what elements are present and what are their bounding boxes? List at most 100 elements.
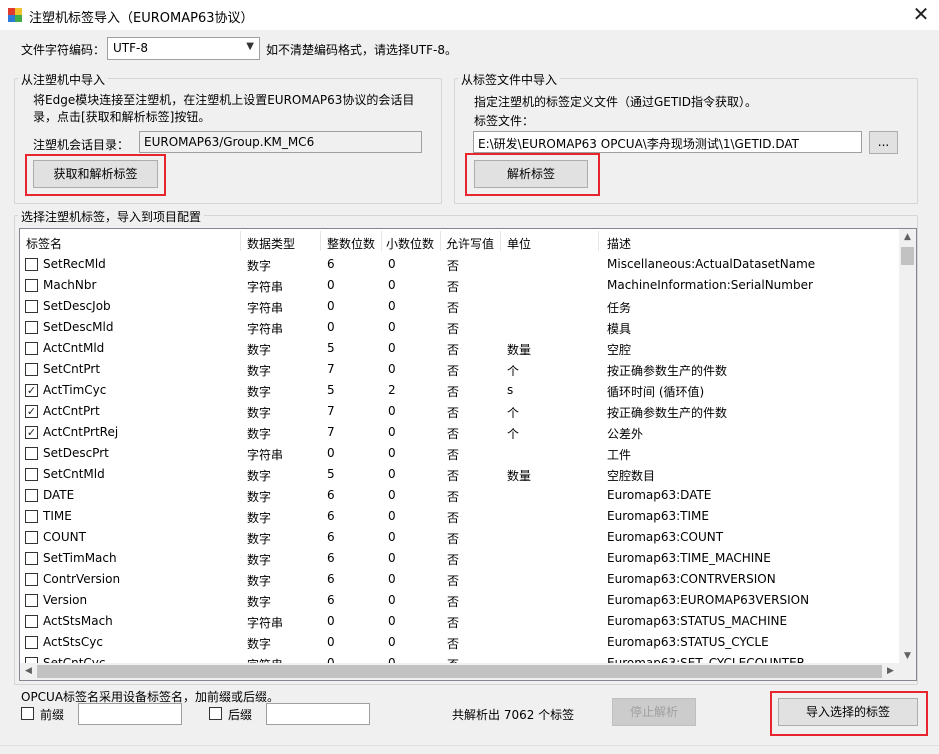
row-checkbox[interactable] (25, 279, 38, 292)
tag-list[interactable]: 标签名 数据类型 整数位数 小数位数 允许写值 单位 描述 SetRecMld 数… (19, 228, 917, 681)
cell-int: 6 (327, 257, 335, 271)
cell-int: 5 (327, 383, 335, 397)
row-checkbox[interactable]: ✓ (25, 405, 38, 418)
suffix-checkbox[interactable] (209, 707, 222, 720)
table-row[interactable]: SetDescJob 字符串 0 0 否 任务 (20, 296, 900, 317)
row-checkbox[interactable] (25, 468, 38, 481)
file-path-field[interactable]: E:\研发\EUROMAP63 OPCUA\李舟现场测试\1\GETID.DAT (473, 131, 862, 153)
parse-tags-button[interactable]: 解析标签 (474, 160, 588, 188)
stop-parse-button[interactable]: 停止解析 (612, 698, 696, 726)
row-checkbox[interactable]: ✓ (25, 384, 38, 397)
column-divider[interactable] (381, 231, 382, 251)
column-header-type[interactable]: 数据类型 (247, 235, 295, 252)
suffix-label: 后缀 (228, 708, 253, 722)
cell-int: 7 (327, 425, 335, 439)
row-checkbox[interactable] (25, 300, 38, 313)
suffix-input[interactable] (266, 703, 370, 725)
column-divider[interactable] (440, 231, 441, 251)
prefix-input[interactable] (78, 703, 182, 725)
cell-int: 6 (327, 593, 335, 607)
row-checkbox[interactable] (25, 342, 38, 355)
table-row[interactable]: TIME 数字 6 0 否 Euromap63:TIME (20, 506, 900, 527)
column-header-name[interactable]: 标签名 (26, 235, 62, 252)
scroll-right-icon[interactable]: ▶ (882, 663, 899, 680)
table-row[interactable]: ✓ ActCntPrtRej 数字 7 0 否 个 公差外 (20, 422, 900, 443)
cell-desc: Miscellaneous:ActualDatasetName (607, 257, 816, 271)
session-field[interactable]: EUROMAP63/Group.KM_MC6 (139, 131, 422, 153)
table-row[interactable]: ✓ ActTimCyc 数字 5 2 否 s 循环时间 (循环值) (20, 380, 900, 401)
prefix-checkbox[interactable] (21, 707, 34, 720)
vertical-scroll-thumb[interactable] (901, 247, 914, 265)
table-row[interactable]: MachNbr 字符串 0 0 否 MachineInformation:SerialNu… (20, 275, 900, 296)
table-row[interactable]: DATE 数字 6 0 否 Euromap63:DATE (20, 485, 900, 506)
tag-group-title: 选择注塑机标签，导入到项目配置 (18, 208, 205, 225)
close-icon[interactable]: ✕ (906, 2, 936, 28)
column-divider[interactable] (320, 231, 321, 251)
import-selected-button[interactable]: 导入选择的标签 (778, 698, 918, 726)
row-checkbox[interactable] (25, 321, 38, 334)
scroll-left-icon[interactable]: ◀ (20, 663, 37, 680)
scroll-up-icon[interactable]: ▲ (899, 229, 916, 246)
cell-desc: 工件 (607, 448, 632, 462)
row-checkbox[interactable] (25, 615, 38, 628)
table-row[interactable]: SetCntPrt 数字 7 0 否 个 按正确参数生产的件数 (20, 359, 900, 380)
row-checkbox[interactable] (25, 363, 38, 376)
table-row[interactable]: SetDescPrt 字符串 0 0 否 工件 (20, 443, 900, 464)
table-row[interactable]: Version 数字 6 0 否 Euromap63:EUROMAP63VERSION (20, 590, 900, 611)
row-checkbox[interactable] (25, 531, 38, 544)
cell-desc: Euromap63:TIME_MACHINE (607, 551, 771, 565)
table-row[interactable]: ActStsCyc 数字 0 0 否 Euromap63:STATUS_CYCLE (20, 632, 900, 653)
cell-int: 7 (327, 404, 335, 418)
cell-dec: 0 (388, 278, 396, 292)
cell-write: 否 (447, 511, 460, 525)
app-icon (8, 8, 22, 22)
cell-name: MachNbr (43, 278, 97, 292)
column-header-write[interactable]: 允许写值 (446, 235, 494, 252)
encoding-select[interactable]: UTF-8 ▼ (107, 37, 260, 60)
table-row[interactable]: SetDescMld 字符串 0 0 否 模具 (20, 317, 900, 338)
column-divider[interactable] (598, 231, 599, 251)
fetch-and-parse-button[interactable]: 获取和解析标签 (33, 160, 158, 188)
row-checkbox[interactable] (25, 258, 38, 271)
table-row[interactable]: ✓ ActCntPrt 数字 7 0 否 个 按正确参数生产的件数 (20, 401, 900, 422)
row-checkbox[interactable] (25, 552, 38, 565)
table-row[interactable]: SetTimMach 数字 6 0 否 Euromap63:TIME_MACHINE (20, 548, 900, 569)
cell-write: 否 (447, 427, 460, 441)
vertical-scrollbar[interactable]: ▲ ▼ (899, 229, 916, 665)
row-checkbox[interactable] (25, 636, 38, 649)
row-checkbox[interactable] (25, 447, 38, 460)
column-divider[interactable] (500, 231, 501, 251)
cell-type: 数字 (247, 259, 272, 273)
row-checkbox[interactable] (25, 573, 38, 586)
parse-summary: 共解析出 7062 个标签 (452, 708, 575, 722)
cell-name: DATE (43, 488, 75, 502)
table-row[interactable]: SetRecMld 数字 6 0 否 Miscellaneous:ActualDatase… (20, 254, 900, 275)
table-row[interactable]: ContrVersion 数字 6 0 否 Euromap63:CONTRVERSION (20, 569, 900, 590)
cell-int: 6 (327, 551, 335, 565)
column-divider[interactable] (240, 231, 241, 251)
cell-name: TIME (43, 509, 72, 523)
cell-write: 否 (447, 280, 460, 294)
cell-dec: 0 (388, 572, 396, 586)
row-checkbox[interactable] (25, 594, 38, 607)
table-row[interactable]: ActCntMld 数字 5 0 否 数量 空腔 (20, 338, 900, 359)
table-row[interactable]: COUNT 数字 6 0 否 Euromap63:COUNT (20, 527, 900, 548)
horizontal-scroll-thumb[interactable] (37, 665, 882, 678)
row-checkbox[interactable]: ✓ (25, 426, 38, 439)
cell-name: SetDescJob (43, 299, 111, 313)
cell-type: 字符串 (247, 448, 284, 462)
cell-unit: 个 (507, 427, 520, 441)
row-checkbox[interactable] (25, 510, 38, 523)
column-header-unit[interactable]: 单位 (507, 235, 531, 252)
table-row[interactable]: SetCntMld 数字 5 0 否 数量 空腔数目 (20, 464, 900, 485)
column-header-int[interactable]: 整数位数 (327, 235, 375, 252)
cell-dec: 0 (388, 530, 396, 544)
column-header-desc[interactable]: 描述 (607, 235, 631, 252)
row-checkbox[interactable] (25, 489, 38, 502)
browse-button[interactable]: ... (869, 131, 898, 154)
column-header-dec[interactable]: 小数位数 (386, 235, 434, 252)
horizontal-scrollbar[interactable]: ◀ ▶ (20, 663, 899, 680)
table-row[interactable]: ActStsMach 字符串 0 0 否 Euromap63:STATUS_MACHINE (20, 611, 900, 632)
cell-desc: 模具 (607, 322, 632, 336)
cell-int: 0 (327, 278, 335, 292)
